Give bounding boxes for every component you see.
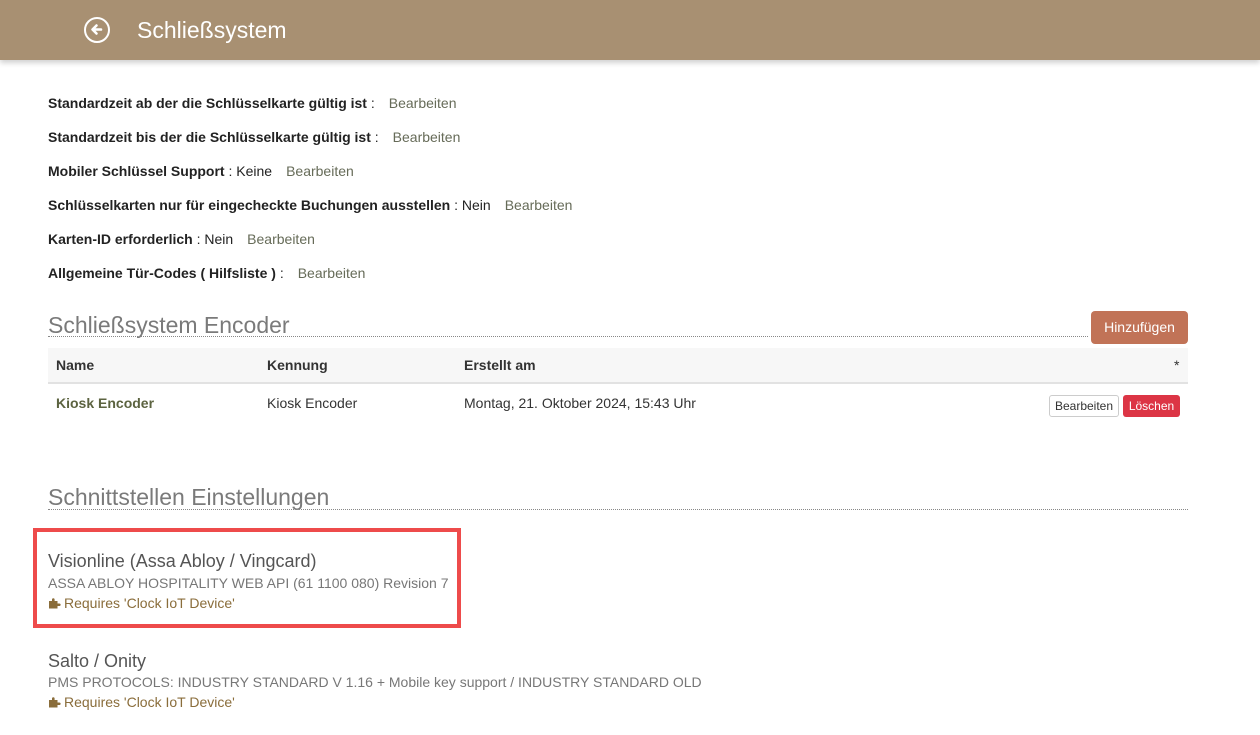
interface-subtitle: ASSA ABLOY HOSPITALITY WEB API (61 1100 …: [48, 575, 449, 591]
edit-encoder-button[interactable]: Bearbeiten: [1049, 395, 1119, 417]
encoder-name-link[interactable]: Kiosk Encoder: [56, 395, 154, 411]
setting-checked-in-only: Schlüsselkarten nur für eingecheckte Buc…: [48, 197, 573, 213]
setting-value: Nein: [200, 231, 234, 247]
back-circle-icon[interactable]: [84, 17, 110, 43]
setting-card-id-required: Karten-ID erforderlich : Nein Bearbeiten: [48, 231, 315, 247]
column-header-actions: *: [1174, 357, 1180, 373]
column-header-created[interactable]: Erstellt am: [464, 357, 536, 373]
edit-link[interactable]: Bearbeiten: [393, 129, 461, 145]
section-divider: [48, 336, 1088, 337]
setting-value: Nein: [458, 197, 491, 213]
setting-label: Standardzeit ab der die Schlüsselkarte g…: [48, 95, 367, 111]
interfaces-section-title: Schnittstellen Einstellungen: [48, 484, 330, 510]
interface-subtitle: PMS PROTOCOLS: INDUSTRY STANDARD V 1.16 …: [48, 674, 702, 690]
setting-label: Schlüsselkarten nur für eingecheckte Buc…: [48, 197, 451, 213]
interface-requirement: Requires 'Clock IoT Device': [48, 694, 235, 710]
setting-default-valid-until: Standardzeit bis der die Schlüsselkarte …: [48, 129, 461, 145]
setting-value: Keine: [232, 163, 273, 179]
puzzle-icon: [49, 598, 61, 609]
encoder-section-title: Schließsystem Encoder: [48, 312, 290, 338]
setting-label: Karten-ID erforderlich: [48, 231, 193, 247]
delete-encoder-button[interactable]: Löschen: [1123, 395, 1180, 417]
edit-link[interactable]: Bearbeiten: [505, 197, 573, 213]
edit-link[interactable]: Bearbeiten: [298, 265, 366, 281]
interface-requirement: Requires 'Clock IoT Device': [48, 595, 235, 611]
setting-label: Mobiler Schlüssel Support: [48, 163, 225, 179]
encoder-kennung: Kiosk Encoder: [267, 395, 358, 411]
edit-link[interactable]: Bearbeiten: [286, 163, 354, 179]
section-divider: [48, 509, 1188, 510]
column-header-name[interactable]: Name: [56, 357, 94, 373]
add-encoder-button[interactable]: Hinzufügen: [1091, 311, 1188, 344]
setting-label: Allgemeine Tür-Codes ( Hilfsliste ): [48, 265, 276, 281]
setting-label: Standardzeit bis der die Schlüsselkarte …: [48, 129, 371, 145]
interface-title-salto[interactable]: Salto / Onity: [48, 651, 146, 672]
encoder-created: Montag, 21. Oktober 2024, 15:43 Uhr: [464, 395, 696, 411]
setting-door-codes: Allgemeine Tür-Codes ( Hilfsliste ) : Bea…: [48, 265, 366, 281]
table-row: Kiosk Encoder Kiosk Encoder Montag, 21. …: [48, 385, 1188, 423]
encoder-table-header: Name Kennung Erstellt am *: [48, 348, 1188, 384]
setting-default-valid-from: Standardzeit ab der die Schlüsselkarte g…: [48, 95, 457, 111]
edit-link[interactable]: Bearbeiten: [247, 231, 315, 247]
interface-title-visionline[interactable]: Visionline (Assa Abloy / Vingcard): [48, 551, 316, 572]
setting-mobile-key-support: Mobiler Schlüssel Support : Keine Bearbei…: [48, 163, 354, 179]
top-bar: Schließsystem: [0, 0, 1260, 60]
column-header-kennung[interactable]: Kennung: [267, 357, 328, 373]
edit-link[interactable]: Bearbeiten: [389, 95, 457, 111]
page-title: Schließsystem: [137, 17, 287, 43]
puzzle-icon: [49, 697, 61, 708]
